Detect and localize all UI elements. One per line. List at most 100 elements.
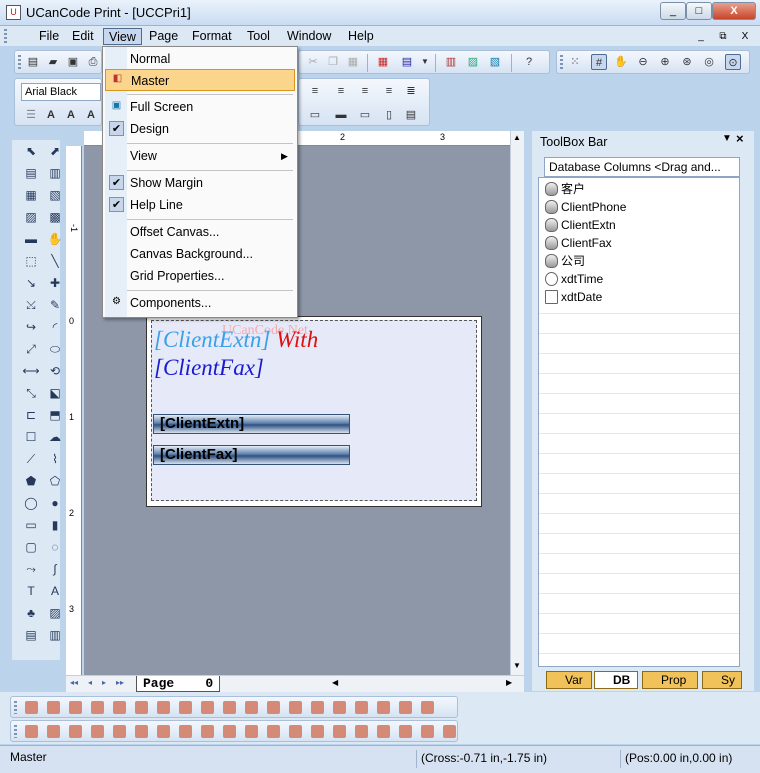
menu-item-components[interactable]: ⚙ Components... [105, 292, 295, 314]
scroll-up-icon[interactable]: ▲ [513, 133, 521, 142]
bezier-tool-icon[interactable]: ∫ [46, 560, 64, 578]
minimize-button[interactable]: _ [660, 2, 686, 20]
font-name-field[interactable]: Arial Black [21, 83, 101, 101]
panel-menu-icon[interactable]: ▼ [722, 133, 732, 144]
database-column-item[interactable]: 公司 [545, 252, 585, 270]
font-grow-icon[interactable]: A [43, 107, 59, 123]
table-icon[interactable]: ▤ [399, 54, 415, 70]
image-icon[interactable]: ▨ [465, 54, 481, 70]
menu-view[interactable]: View [103, 28, 142, 45]
menu-item-show-margin[interactable]: ✔ Show Margin [105, 172, 295, 194]
align-distribute-icon[interactable] [267, 701, 280, 714]
maximize-button[interactable]: □ [686, 2, 712, 20]
menubar-grip[interactable] [4, 29, 7, 43]
menu-item-full-screen[interactable]: ▣ Full Screen [105, 96, 295, 118]
zoom-page-icon[interactable]: ◎ [701, 54, 717, 70]
form-tool-icon[interactable]: ▤ [22, 626, 40, 644]
scroll-down-icon[interactable]: ▼ [513, 661, 521, 670]
size-align-icon[interactable] [47, 725, 60, 738]
filled-rect-tool-icon[interactable]: ▮ [46, 516, 64, 534]
fill-icon[interactable]: ▤ [403, 107, 419, 123]
menu-item-help-line[interactable]: ✔ Help Line [105, 194, 295, 216]
size-align-icon[interactable] [113, 725, 126, 738]
save-icon[interactable]: ▣ [65, 54, 81, 70]
border-icon[interactable]: ▯ [381, 107, 397, 123]
size-align-icon[interactable] [69, 725, 82, 738]
round-rect-tool-icon[interactable]: ▢ [22, 538, 40, 556]
menu-window[interactable]: Window [282, 28, 336, 45]
page-tab[interactable]: Page 0 [136, 676, 221, 692]
circle-tool-icon[interactable]: ◯ [22, 494, 40, 512]
menu-item-offset-canvas[interactable]: Offset Canvas... [105, 221, 295, 243]
size-align-icon[interactable] [421, 725, 434, 738]
toolbar-grip[interactable] [18, 55, 21, 69]
align-distribute-icon[interactable] [355, 701, 368, 714]
align-center-icon[interactable]: ≡ [333, 83, 349, 99]
cut-icon[interactable]: ✂ [305, 54, 321, 70]
align-distribute-icon[interactable] [399, 701, 412, 714]
align-distribute-icon[interactable] [157, 701, 170, 714]
align-distribute-icon[interactable] [135, 701, 148, 714]
bracket-tool-icon[interactable]: ⊏ [22, 406, 40, 424]
curve-tool-icon[interactable]: ↪ [22, 318, 40, 336]
measure-tool-icon[interactable]: ⤢ [22, 340, 40, 358]
callout-tool-icon[interactable]: ☁ [46, 428, 64, 446]
caption-line-1[interactable]: [ClientExtn] With [154, 327, 318, 353]
zoom-fit-icon[interactable]: ⊛ [679, 54, 695, 70]
size-align-icon[interactable] [245, 725, 258, 738]
align-distribute-icon[interactable] [113, 701, 126, 714]
size-align-icon[interactable] [25, 725, 38, 738]
image-tool-icon[interactable]: ▤ [22, 164, 40, 182]
note-tool-icon[interactable]: ⬒ [46, 406, 64, 424]
hand-icon[interactable]: ✋ [613, 54, 629, 70]
chart-tool-icon[interactable]: ▦ [22, 186, 40, 204]
menu-tool[interactable]: Tool [242, 28, 275, 45]
align-right-icon[interactable]: ≡ [357, 83, 373, 99]
select-grid-icon[interactable]: # [591, 54, 607, 70]
preview-icon[interactable]: ▥ [443, 54, 459, 70]
box-tool-icon[interactable]: ☐ [22, 428, 40, 446]
align-distribute-icon[interactable] [69, 701, 82, 714]
grid-red-icon[interactable]: ▦ [375, 54, 391, 70]
align-distribute-icon[interactable] [179, 701, 192, 714]
align-distribute-icon[interactable] [421, 701, 434, 714]
picture-tool-icon[interactable]: ▨ [22, 208, 40, 226]
align-distribute-icon[interactable] [311, 701, 324, 714]
grid-tool-icon[interactable]: ▥ [46, 626, 64, 644]
polygon-tool-icon[interactable]: ⬟ [22, 472, 40, 490]
menu-item-grid-properties[interactable]: Grid Properties... [105, 265, 295, 287]
mdi-close-button[interactable]: X [736, 29, 754, 43]
size-align-icon[interactable] [311, 725, 324, 738]
tab-sys[interactable]: Sy [702, 671, 742, 689]
toolbar-grip[interactable] [560, 55, 563, 69]
ellipse-tool-icon[interactable]: ⬭ [46, 340, 64, 358]
align-bottom-icon[interactable]: ≣ [403, 83, 419, 99]
polyline-tool-icon[interactable]: ⬚ [22, 252, 40, 270]
prev-page-icon[interactable]: ◂ [88, 678, 92, 687]
help-icon[interactable]: ? [521, 54, 537, 70]
paste-icon[interactable]: ▦ [345, 54, 361, 70]
font-color-icon[interactable]: A [83, 107, 99, 123]
menu-page[interactable]: Page [144, 28, 183, 45]
vertical-scrollbar[interactable]: ▲ ▼ [510, 131, 524, 675]
align-distribute-icon[interactable] [201, 701, 214, 714]
panel-close-icon[interactable]: × [736, 131, 744, 146]
menu-edit[interactable]: Edit [67, 28, 99, 45]
grid-dots-icon[interactable]: ⁙ [567, 54, 583, 70]
tab-var[interactable]: Var [546, 671, 592, 689]
freehand-tool-icon[interactable]: ⟋ [22, 450, 40, 468]
angle-tool-icon[interactable]: ⤡ [22, 384, 40, 402]
align-distribute-icon[interactable] [333, 701, 346, 714]
report-page[interactable]: UCanCode.Net [ClientExtn] With [ClientFa… [146, 316, 482, 507]
database-column-item[interactable]: ClientExtn [545, 216, 616, 234]
shape-tool-icon[interactable]: ⬕ [46, 384, 64, 402]
menu-item-canvas-background[interactable]: Canvas Background... [105, 243, 295, 265]
ring-tool-icon[interactable]: ◌ [46, 538, 64, 556]
caption-line-2[interactable]: [ClientFax] [154, 355, 264, 381]
pointer-tool-icon[interactable]: ⬉ [22, 142, 40, 160]
size-align-icon[interactable] [377, 725, 390, 738]
table-tool-icon[interactable]: ▬ [22, 230, 40, 248]
pentagon-tool-icon[interactable]: ⬠ [46, 472, 64, 490]
photo-tool-icon[interactable]: ▨ [46, 604, 64, 622]
zoom-in-icon[interactable]: ⊕ [657, 54, 673, 70]
